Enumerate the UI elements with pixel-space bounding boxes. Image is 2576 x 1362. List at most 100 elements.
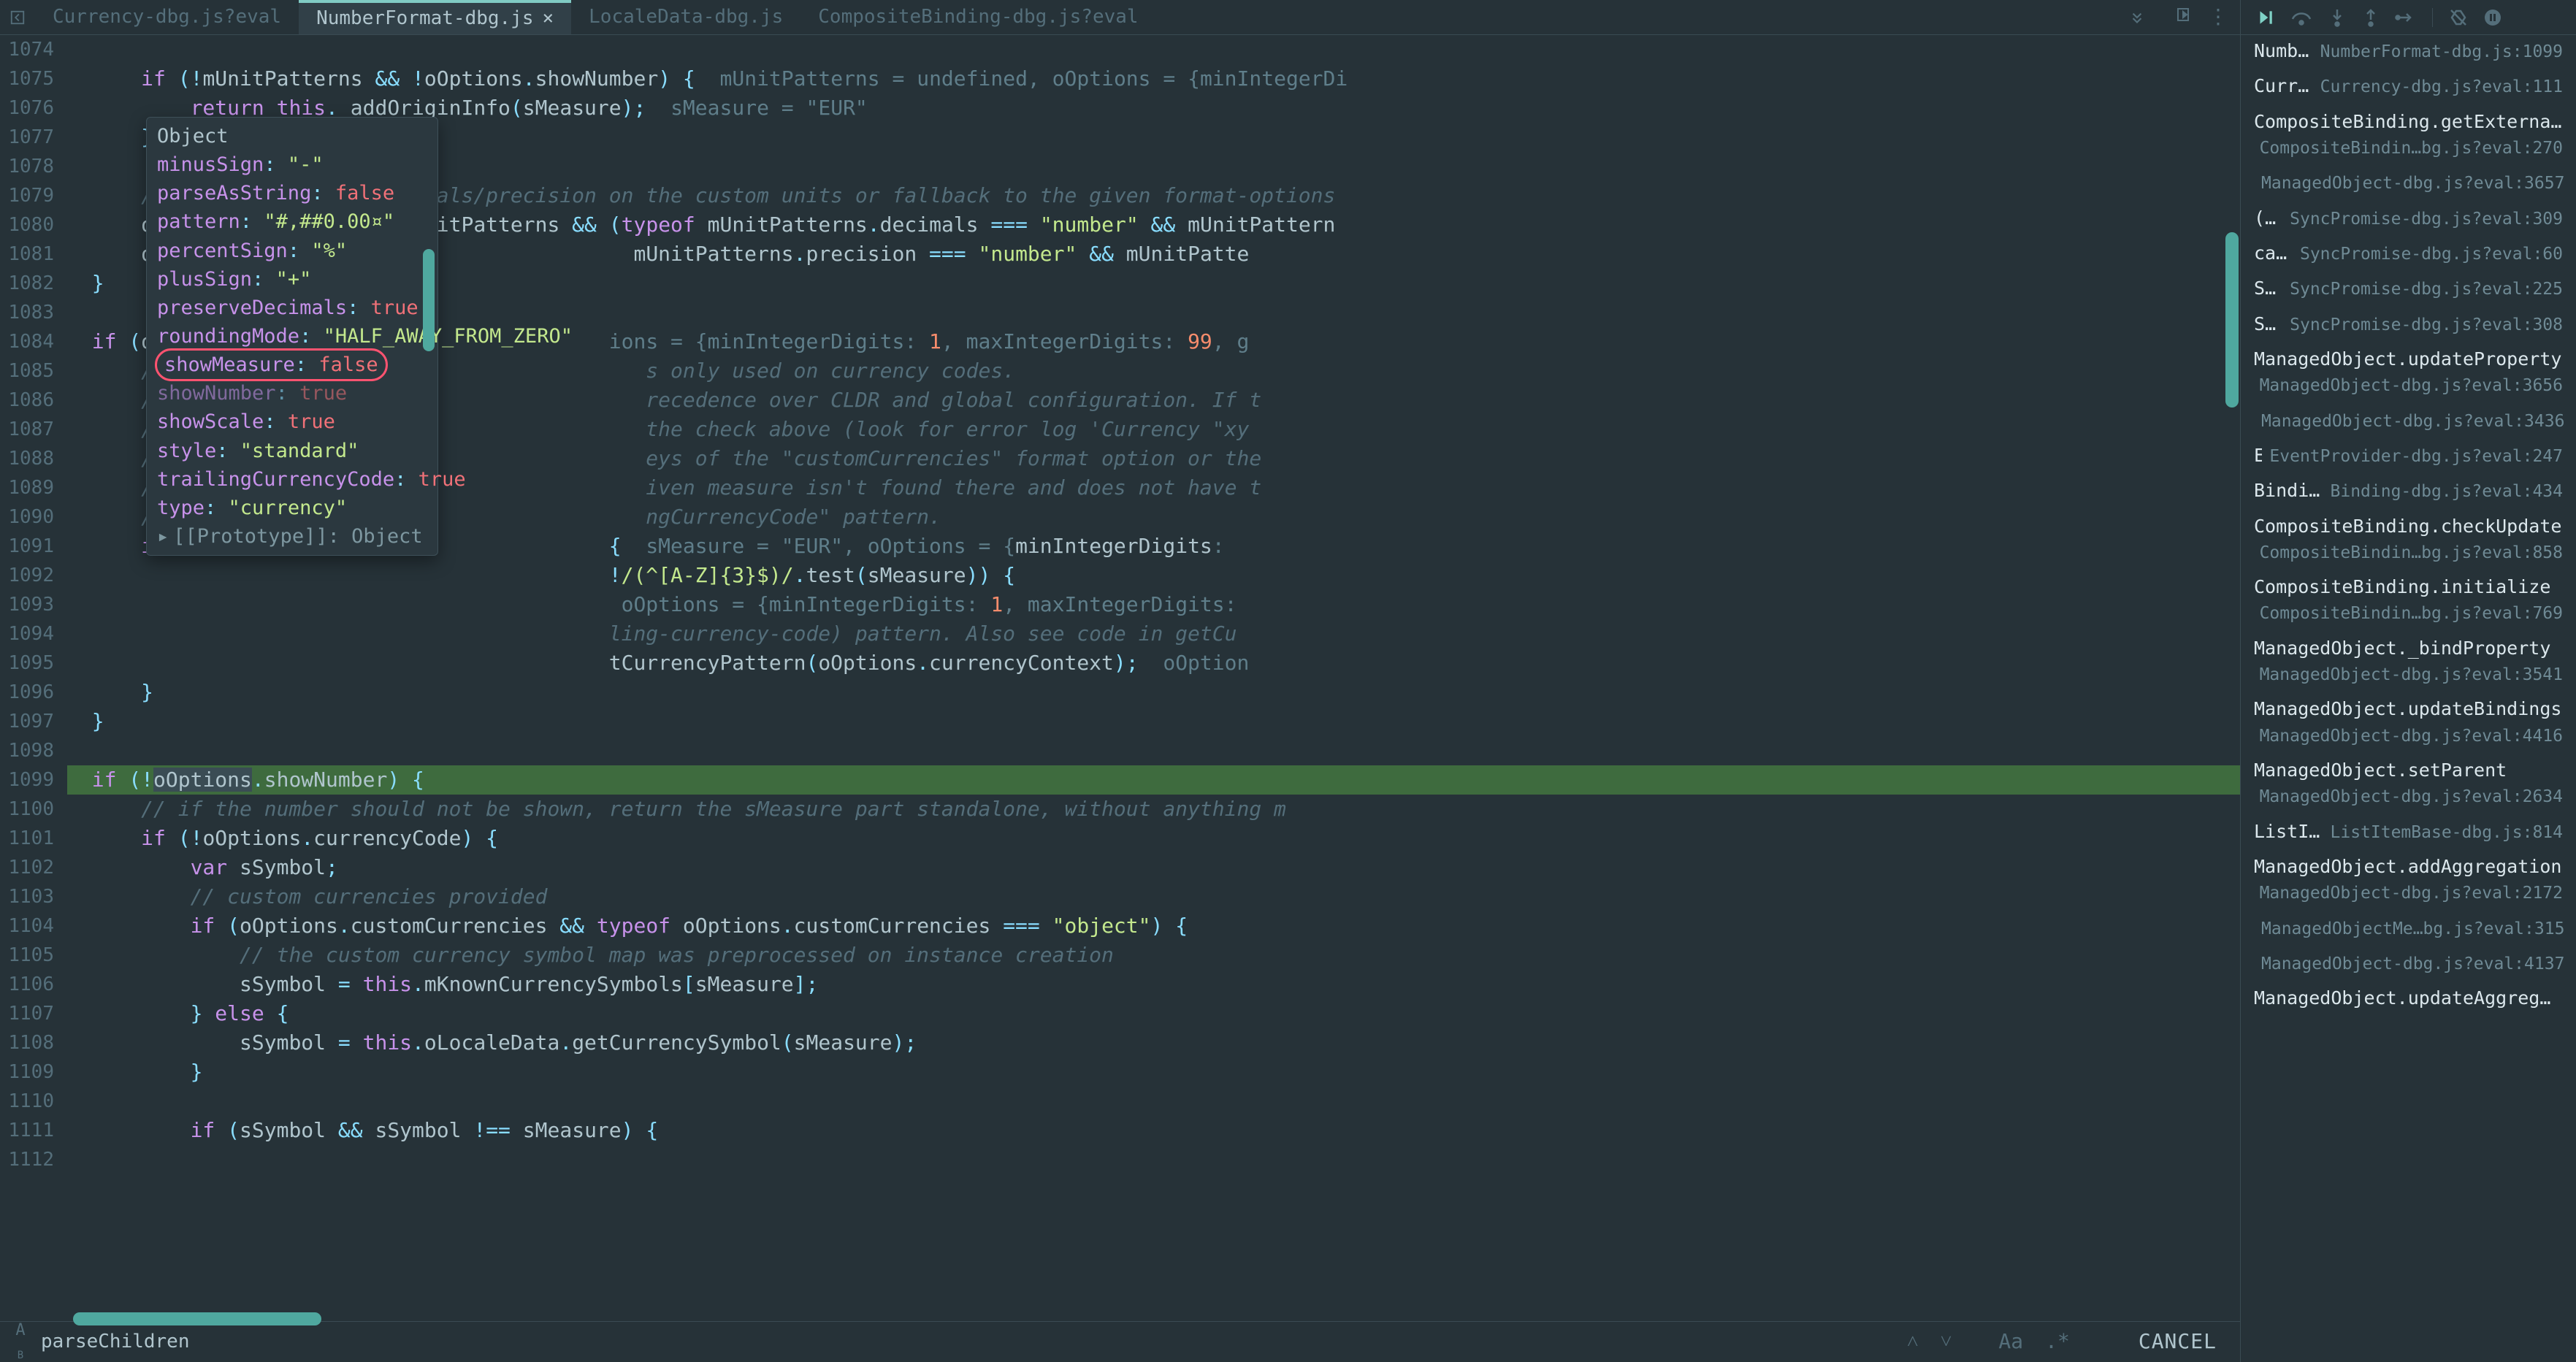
step-out-icon[interactable] xyxy=(2362,8,2380,27)
callstack-frame[interactable]: ManagedObject.addAggregationManagedObjec… xyxy=(2241,851,2576,912)
step-into-icon[interactable] xyxy=(2328,8,2346,27)
line-number[interactable]: 1110 xyxy=(0,1087,54,1116)
code-line: } else { xyxy=(67,999,2240,1028)
run-to-icon[interactable] xyxy=(2176,2,2193,32)
callstack-frame[interactable]: CompositeBinding.getExternalValueComposi… xyxy=(2241,106,2576,167)
find-prev-icon[interactable]: ˄ xyxy=(1901,1325,1925,1358)
line-number[interactable]: 1096 xyxy=(0,678,54,707)
callstack-frame[interactable]: ManagedObject.updatePropertyManagedObjec… xyxy=(2241,343,2576,405)
find-input[interactable] xyxy=(41,1328,1891,1356)
line-number[interactable]: 1109 xyxy=(0,1057,54,1087)
line-number[interactable]: 1112 xyxy=(0,1145,54,1174)
nav-back-icon[interactable] xyxy=(0,0,35,34)
callstack-frame[interactable]: ManagedObject._bindPropertyManagedObject… xyxy=(2241,632,2576,694)
line-number[interactable]: 1078 xyxy=(0,152,54,181)
line-number[interactable]: 1089 xyxy=(0,473,54,502)
callstack-frame[interactable]: EventProvider.fireEventEventProvider-dbg… xyxy=(2241,440,2576,475)
frame-function: NumberFormat.format xyxy=(2254,38,2313,64)
callstack-frame[interactable]: CompositeBinding.initializeCompositeBind… xyxy=(2241,571,2576,632)
editor-tab[interactable]: CompositeBinding-dbg.js?eval xyxy=(800,0,1155,34)
editor-vertical-scrollbar[interactable] xyxy=(2225,232,2239,408)
line-number[interactable]: 1101 xyxy=(0,824,54,853)
callstack-frame[interactable]: SyncPromise.thenSyncPromise-dbg.js?eval:… xyxy=(2241,308,2576,343)
line-number[interactable]: 1094 xyxy=(0,619,54,649)
line-number[interactable]: 1074 xyxy=(0,35,54,64)
line-number[interactable]: 1086 xyxy=(0,386,54,415)
frame-location: ManagedObject-dbg.js?eval:4137 xyxy=(2261,952,2564,976)
line-number[interactable]: 1083 xyxy=(0,298,54,327)
tooltip-header: Object xyxy=(157,122,430,150)
line-number[interactable]: 1087 xyxy=(0,415,54,444)
find-cancel-button[interactable]: CANCEL xyxy=(2125,1324,2230,1360)
pause-icon[interactable] xyxy=(2484,9,2502,26)
line-number[interactable]: 1082 xyxy=(0,269,54,298)
line-number[interactable]: 1102 xyxy=(0,853,54,882)
tooltip-prototype[interactable]: ▸[[Prototype]]: Object xyxy=(157,522,430,551)
frame-location: SyncPromise-dbg.js?eval:308 xyxy=(2290,313,2563,337)
toggle-sidebar-icon[interactable]: ⋮ xyxy=(2208,2,2228,32)
line-number[interactable]: 1099 xyxy=(0,765,54,795)
resume-icon[interactable] xyxy=(2255,8,2274,27)
callstack-frame[interactable]: Binding._fireChangeBinding-dbg.js?eval:4… xyxy=(2241,475,2576,510)
frame-location: NumberFormat-dbg.js:1099 xyxy=(2320,40,2563,64)
close-icon[interactable]: × xyxy=(543,5,554,33)
step-over-icon[interactable] xyxy=(2290,9,2312,26)
callstack-frame[interactable]: Currency.formatValueCurrency-dbg.js?eval… xyxy=(2241,70,2576,105)
callstack-frame[interactable]: (anonymous)SyncPromise-dbg.js?eval:309 xyxy=(2241,202,2576,237)
deactivate-breakpoints-icon[interactable] xyxy=(2449,8,2468,27)
tooltip-property: roundingMode: "HALF_AWAY_FROM_ZERO" xyxy=(157,322,430,351)
line-number[interactable]: 1079 xyxy=(0,181,54,210)
line-number[interactable]: 1103 xyxy=(0,882,54,911)
callstack-frame[interactable]: NumberFormat.format NumberFormat-dbg.js:1… xyxy=(2241,35,2576,70)
line-number[interactable]: 1084 xyxy=(0,327,54,356)
tab-label: NumberFormat-dbg.js xyxy=(316,5,533,33)
line-number[interactable]: 1097 xyxy=(0,707,54,736)
callstack-frame[interactable]: callSyncPromise-dbg.js?eval:60 xyxy=(2241,237,2576,272)
tab-label: LocaleData-dbg.js xyxy=(589,4,783,31)
editor-tab[interactable]: LocaleData-dbg.js xyxy=(571,0,800,34)
find-next-icon[interactable]: ˅ xyxy=(1935,1325,1958,1358)
line-number[interactable]: 1076 xyxy=(0,93,54,123)
line-number[interactable]: 1095 xyxy=(0,649,54,678)
line-number[interactable]: 1093 xyxy=(0,590,54,619)
line-number[interactable]: 1090 xyxy=(0,502,54,532)
line-number[interactable]: 1108 xyxy=(0,1028,54,1057)
line-number[interactable]: 1085 xyxy=(0,356,54,386)
line-number[interactable]: 1081 xyxy=(0,240,54,269)
callstack-frame[interactable]: (anonymous)ManagedObjectMe…bg.js?eval:31… xyxy=(2241,912,2576,947)
callstack-frame[interactable]: ListItemBase.setParentListItemBase-dbg.j… xyxy=(2241,816,2576,851)
callstack-frame[interactable]: SyncPromiseSyncPromise-dbg.js?eval:225 xyxy=(2241,272,2576,307)
regex-toggle[interactable]: .* xyxy=(2039,1325,2076,1358)
editor-horizontal-scrollbar[interactable] xyxy=(73,1312,321,1325)
line-number[interactable]: 1100 xyxy=(0,795,54,824)
line-number[interactable]: 1098 xyxy=(0,736,54,765)
call-stack-panel[interactable]: NumberFormat.format NumberFormat-dbg.js:1… xyxy=(2240,35,2576,1362)
callstack-frame[interactable]: CompositeBinding.checkUpdateCompositeBin… xyxy=(2241,510,2576,572)
callstack-frame[interactable]: fnModelChangeHandlerManagedObject-dbg.js… xyxy=(2241,405,2576,440)
line-number[interactable]: 1088 xyxy=(0,444,54,473)
line-number[interactable]: 1111 xyxy=(0,1116,54,1145)
line-number[interactable]: 1092 xyxy=(0,561,54,590)
line-number[interactable]: 1106 xyxy=(0,970,54,999)
frame-location: ManagedObject-dbg.js?eval:2634 xyxy=(2254,785,2563,809)
match-case-toggle[interactable]: Aa xyxy=(1992,1325,2029,1358)
line-number[interactable]: 1107 xyxy=(0,999,54,1028)
tooltip-scrollbar[interactable] xyxy=(423,249,435,351)
callstack-frame[interactable]: (anonymous)ManagedObject-dbg.js?eval:365… xyxy=(2241,167,2576,202)
tooltip-property: showMeasure: false xyxy=(157,351,430,379)
line-number[interactable]: 1075 xyxy=(0,64,54,93)
callstack-frame[interactable]: updateManagedObject-dbg.js?eval:4137 xyxy=(2241,947,2576,982)
callstack-frame[interactable]: ManagedObject.setParentManagedObject-dbg… xyxy=(2241,754,2576,816)
editor-tab[interactable]: NumberFormat-dbg.js × xyxy=(299,0,571,34)
line-number[interactable]: 1091 xyxy=(0,532,54,561)
line-number[interactable]: 1104 xyxy=(0,911,54,941)
tabs-overflow-icon[interactable] xyxy=(2110,0,2164,34)
callstack-frame[interactable]: ManagedObject.updateBindingsManagedObjec… xyxy=(2241,693,2576,754)
line-number[interactable]: 1105 xyxy=(0,941,54,970)
line-number[interactable]: 1080 xyxy=(0,210,54,240)
editor-tab[interactable]: Currency-dbg.js?eval xyxy=(35,0,299,34)
step-icon[interactable] xyxy=(2396,9,2416,26)
callstack-frame[interactable]: ManagedObject.updateAggregation xyxy=(2241,982,2576,1017)
line-number[interactable]: 1077 xyxy=(0,123,54,152)
find-mode-icon[interactable]: AB xyxy=(10,1319,31,1362)
